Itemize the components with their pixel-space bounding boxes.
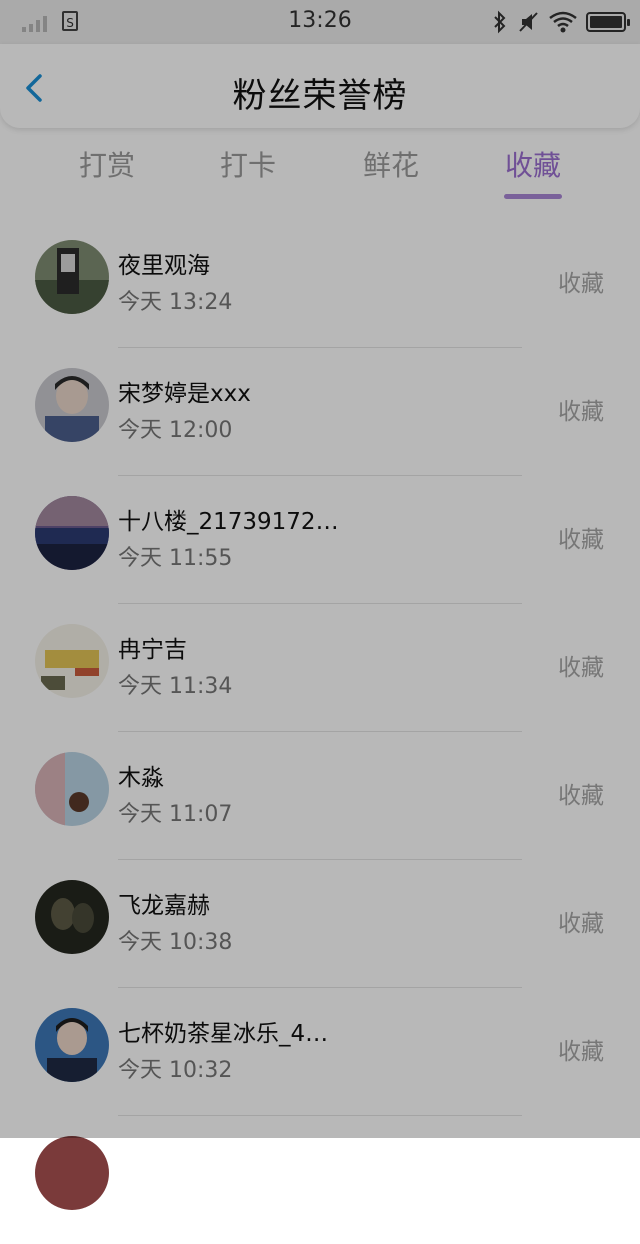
user-name: 七杯奶茶星冰乐_4…: [118, 1021, 329, 1047]
timestamp: 今天 12:00: [118, 418, 233, 443]
user-name: 宋梦婷是xxx: [118, 381, 251, 407]
tab-label: 打赏: [78, 149, 135, 182]
avatar: [35, 1008, 109, 1082]
user-name: 十八楼_21739172…: [118, 509, 339, 535]
user-name: 冉宁吉: [118, 637, 187, 663]
wifi-icon: [549, 11, 577, 33]
tab-favorites[interactable]: 收藏: [473, 144, 593, 199]
favorite-action[interactable]: 收藏: [558, 264, 604, 298]
tab-flowers[interactable]: 鲜花: [331, 144, 451, 184]
timestamp: 今天 13:24: [118, 290, 233, 315]
favorite-action[interactable]: 收藏: [558, 648, 604, 682]
bluetooth-icon: [494, 10, 506, 34]
list-item[interactable]: 宋梦婷是xxx 今天 12:00 收藏: [0, 348, 640, 476]
status-time: 13:26: [288, 8, 352, 33]
list-item[interactable]: 木淼 今天 11:07 收藏: [0, 732, 640, 860]
tab-bar: 打赏 打卡 鲜花 收藏: [0, 138, 640, 208]
timestamp: 今天 11:34: [118, 674, 233, 699]
tab-label: 打卡: [219, 149, 276, 182]
avatar: [35, 240, 109, 314]
header: 粉丝荣誉榜: [0, 44, 640, 128]
tab-underline-active: [504, 194, 562, 199]
status-bar: S 13:26: [0, 0, 640, 44]
favorite-action[interactable]: 收藏: [558, 520, 604, 554]
tab-label: 鲜花: [362, 149, 419, 182]
timestamp: 今天 11:07: [118, 802, 233, 827]
avatar: [35, 624, 109, 698]
favorite-action[interactable]: 收藏: [558, 1032, 604, 1066]
mute-icon: [519, 12, 538, 32]
avatar: [35, 880, 109, 954]
user-name: 飞龙嘉赫: [118, 893, 210, 919]
avatar: [35, 1136, 109, 1210]
list-item[interactable]: 飞龙嘉赫 今天 10:38 收藏: [0, 860, 640, 988]
timestamp: 今天 10:38: [118, 930, 233, 955]
avatar: [35, 368, 109, 442]
page-title: 粉丝荣誉榜: [232, 76, 408, 116]
fan-list: 夜里观海 今天 13:24 收藏 宋梦婷是xxx 今天 12:00 收藏 十八楼…: [0, 220, 640, 1244]
favorite-action[interactable]: 收藏: [558, 776, 604, 810]
user-name: 夜里观海: [118, 253, 210, 279]
list-item[interactable]: [0, 1116, 640, 1244]
tab-reward[interactable]: 打赏: [47, 144, 167, 184]
tab-checkin[interactable]: 打卡: [188, 144, 308, 184]
list-item[interactable]: 七杯奶茶星冰乐_4… 今天 10:32 收藏: [0, 988, 640, 1116]
list-item[interactable]: 十八楼_21739172… 今天 11:55 收藏: [0, 476, 640, 604]
timestamp: 今天 11:55: [118, 546, 233, 571]
list-item[interactable]: 冉宁吉 今天 11:34 收藏: [0, 604, 640, 732]
user-name: 木淼: [118, 765, 164, 791]
battery-icon: [586, 12, 630, 32]
timestamp: 今天 10:32: [118, 1058, 233, 1083]
tab-label: 收藏: [504, 149, 561, 182]
favorite-action[interactable]: 收藏: [558, 392, 604, 426]
list-item[interactable]: 夜里观海 今天 13:24 收藏: [0, 220, 640, 348]
avatar: [35, 496, 109, 570]
favorite-action[interactable]: 收藏: [558, 904, 604, 938]
avatar: [35, 752, 109, 826]
